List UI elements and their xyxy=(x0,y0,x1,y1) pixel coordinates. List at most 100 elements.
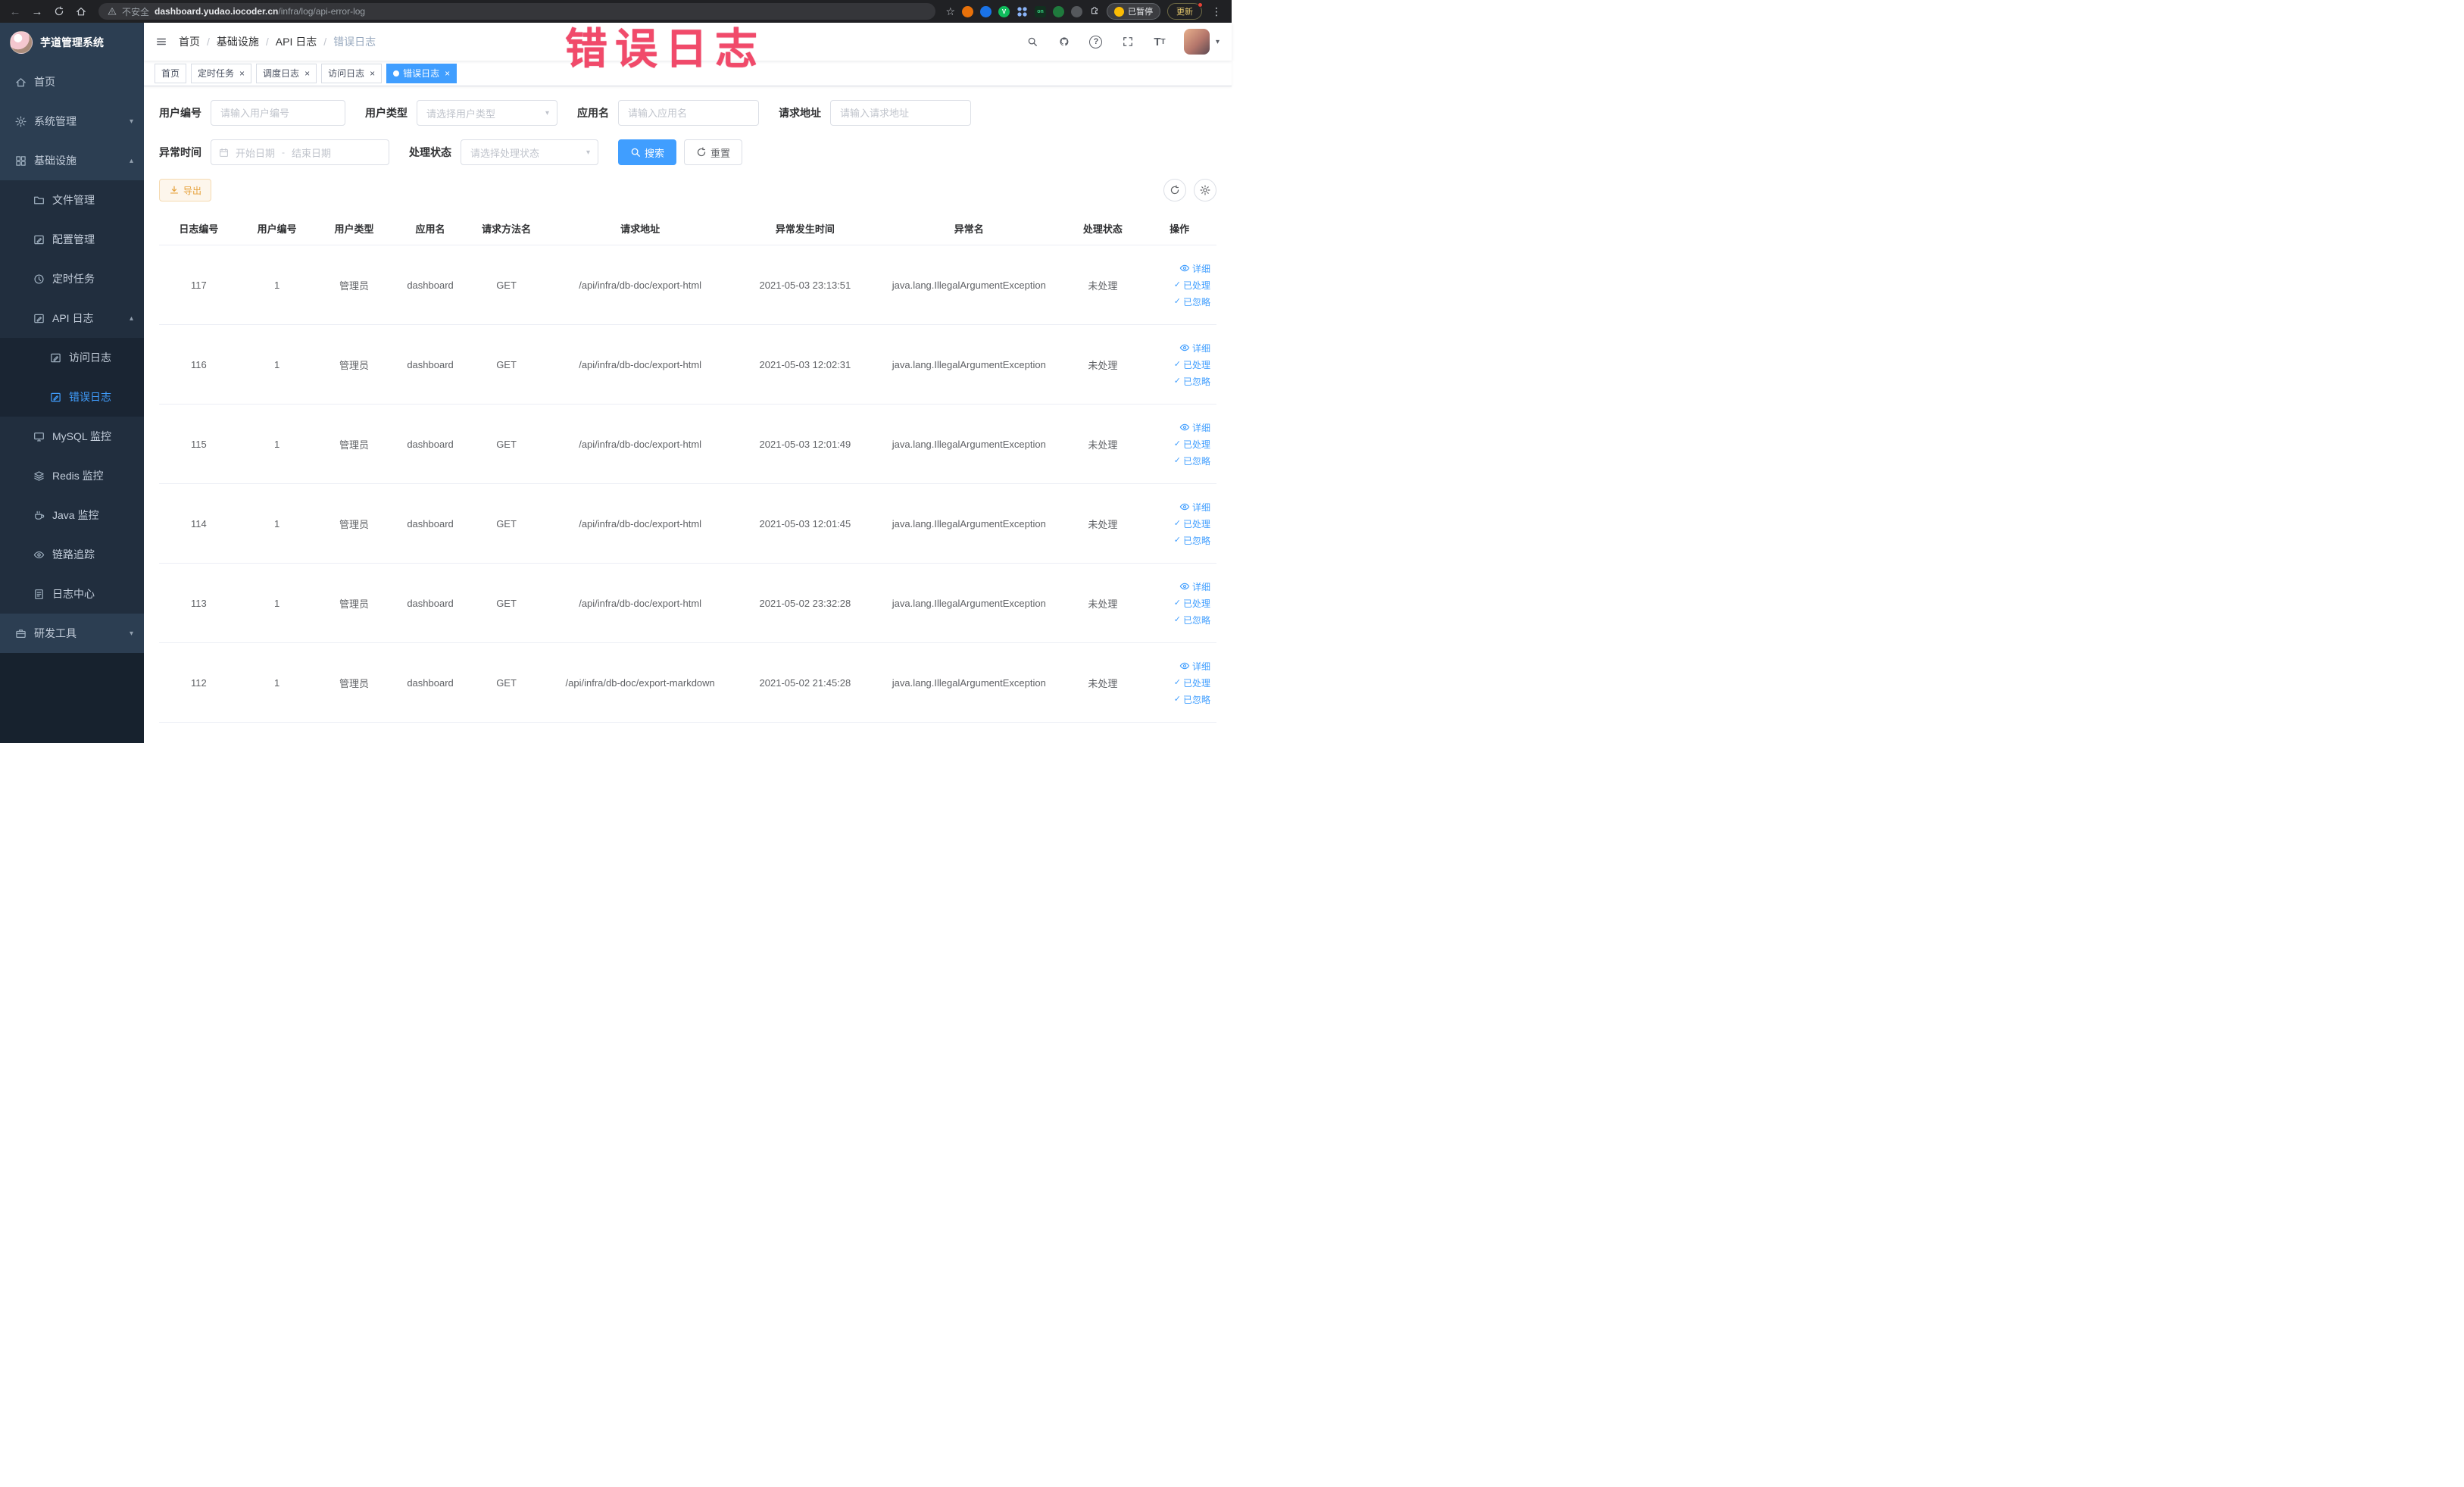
hamburger-button[interactable] xyxy=(156,36,167,47)
sidebar-item-system-management[interactable]: 系统管理 ▾ xyxy=(0,102,144,141)
detail-link[interactable]: 详细 xyxy=(1179,262,1210,275)
mark-ignored-link[interactable]: ✓ 已忽略 xyxy=(1174,455,1210,467)
paused-label: 已暂停 xyxy=(1128,8,1153,17)
address-bar[interactable]: 不安全 dashboard.yudao.iocoder.cn/infra/log… xyxy=(98,3,936,20)
action-label: 详细 xyxy=(1191,422,1210,433)
sidebar-item-file-management[interactable]: 文件管理 xyxy=(0,180,144,220)
question-mark-icon: ? xyxy=(1089,35,1103,48)
url-text: dashboard.yudao.iocoder.cn/infra/log/api… xyxy=(155,6,365,17)
check-icon: ✓ xyxy=(1173,694,1181,704)
home-button[interactable] xyxy=(73,4,89,19)
forward-button[interactable]: → xyxy=(30,4,45,19)
tab-error-log[interactable]: 错误日志 × xyxy=(386,63,458,83)
export-button[interactable]: 导出 xyxy=(159,179,212,201)
table-body: 117 1 管理员 dashboard GET/api/infra/db-doc/exp… xyxy=(159,245,1216,723)
sidebar-item-infrastructure[interactable]: 基础设施 ▴ xyxy=(0,141,144,180)
column-settings-button[interactable] xyxy=(1194,179,1216,201)
detail-link[interactable]: 详细 xyxy=(1179,580,1210,593)
caret-down-icon[interactable]: ▾ xyxy=(1216,38,1220,46)
extension-icon-5[interactable]: on xyxy=(1035,5,1046,17)
extensions-puzzle-icon[interactable] xyxy=(1089,5,1100,19)
close-icon[interactable]: × xyxy=(445,69,450,78)
extension-icon-1[interactable] xyxy=(962,5,973,17)
mark-processed-link[interactable]: ✓ 已处理 xyxy=(1174,438,1210,451)
sidebar-item-error-log[interactable]: 错误日志 xyxy=(0,377,144,417)
url-path: /infra/log/api-error-log xyxy=(278,6,366,17)
mark-processed-link[interactable]: ✓ 已处理 xyxy=(1174,279,1210,292)
close-icon[interactable]: × xyxy=(304,69,310,78)
font-size-icon[interactable]: TT xyxy=(1152,34,1167,49)
bookmark-star-icon[interactable]: ☆ xyxy=(945,5,955,18)
process-status-select[interactable]: 请选择处理状态 ▾ xyxy=(461,139,598,165)
breadcrumb-item-api-log[interactable]: API 日志 xyxy=(276,34,317,49)
mark-processed-link[interactable]: ✓ 已处理 xyxy=(1174,597,1210,610)
github-icon[interactable] xyxy=(1057,34,1072,49)
job-icon xyxy=(33,273,45,285)
browser-menu-kebab-icon[interactable]: ⋮ xyxy=(1209,5,1224,18)
action-label: 详细 xyxy=(1191,581,1210,592)
detail-link[interactable]: 详细 xyxy=(1179,421,1210,434)
extension-icon-4[interactable] xyxy=(1017,5,1028,17)
sidebar-item-java-monitor[interactable]: Java 监控 xyxy=(0,495,144,535)
breadcrumb-item-infra[interactable]: 基础设施 xyxy=(217,34,259,49)
browser-update-button[interactable]: 更新 xyxy=(1167,2,1203,20)
extension-icon-6[interactable] xyxy=(1053,5,1064,17)
mark-ignored-link[interactable]: ✓ 已忽略 xyxy=(1174,295,1210,308)
mark-ignored-link[interactable]: ✓ 已忽略 xyxy=(1174,375,1210,388)
sidebar-item-log-center[interactable]: 日志中心 xyxy=(0,574,144,614)
tab-job-log[interactable]: 调度日志 × xyxy=(256,63,317,83)
action-label: 已忽略 xyxy=(1182,455,1210,467)
breadcrumb-separator: / xyxy=(207,36,210,48)
sidebar-item-link-trace[interactable]: 链路追踪 xyxy=(0,535,144,574)
close-icon[interactable]: × xyxy=(239,69,245,78)
mark-ignored-link[interactable]: ✓ 已忽略 xyxy=(1174,693,1210,706)
back-button[interactable]: ← xyxy=(8,4,23,19)
close-icon[interactable]: × xyxy=(370,69,375,78)
app-name-input[interactable] xyxy=(618,100,759,126)
mark-processed-link[interactable]: ✓ 已处理 xyxy=(1174,517,1210,530)
detail-link[interactable]: 详细 xyxy=(1179,660,1210,673)
sidebar-item-label: 错误日志 xyxy=(69,391,111,403)
search-button[interactable]: 搜索 xyxy=(618,139,677,165)
sidebar-item-redis-monitor[interactable]: Redis 监控 xyxy=(0,456,144,495)
mark-ignored-link[interactable]: ✓ 已忽略 xyxy=(1174,534,1210,547)
extension-icon-3[interactable]: V xyxy=(998,5,1010,17)
action-label: 已处理 xyxy=(1182,359,1210,370)
breadcrumb-item-home[interactable]: 首页 xyxy=(179,34,200,49)
fullscreen-icon[interactable] xyxy=(1120,34,1135,49)
sidebar-item-mysql-monitor[interactable]: MySQL 监控 xyxy=(0,417,144,456)
user-type-select[interactable]: 请选择用户类型 ▾ xyxy=(417,100,557,126)
sidebar-item-api-logs[interactable]: API 日志 ▴ xyxy=(0,298,144,338)
help-icon[interactable]: ? xyxy=(1088,34,1104,49)
extension-icon-7[interactable] xyxy=(1071,5,1082,17)
profile-paused-chip[interactable]: 已暂停 xyxy=(1107,3,1160,20)
user-id-input[interactable] xyxy=(211,100,345,126)
breadcrumb-separator: / xyxy=(265,36,269,48)
detail-link[interactable]: 详细 xyxy=(1179,342,1210,355)
sidebar-item-dev-tools[interactable]: 研发工具 ▾ xyxy=(0,614,144,653)
search-icon[interactable] xyxy=(1025,34,1040,49)
sidebar-item-scheduled-jobs[interactable]: 定时任务 xyxy=(0,259,144,298)
mark-processed-link[interactable]: ✓ 已处理 xyxy=(1174,676,1210,689)
user-avatar[interactable] xyxy=(1183,29,1210,55)
refresh-table-button[interactable] xyxy=(1163,179,1186,201)
home-icon xyxy=(76,6,86,17)
mark-processed-link[interactable]: ✓ 已处理 xyxy=(1174,358,1210,371)
mark-ignored-link[interactable]: ✓ 已忽略 xyxy=(1174,614,1210,626)
check-icon: ✓ xyxy=(1173,535,1181,545)
sidebar-item-home[interactable]: 首页 xyxy=(0,62,144,102)
extension-icon-2[interactable] xyxy=(980,5,992,17)
sidebar-item-access-log[interactable]: 访问日志 xyxy=(0,338,144,377)
reload-button[interactable] xyxy=(52,4,67,19)
detail-link[interactable]: 详细 xyxy=(1179,501,1210,514)
app-logo[interactable]: 芋道管理系统 xyxy=(0,23,144,62)
tab-label: 调度日志 xyxy=(263,68,300,79)
tab-scheduled-jobs[interactable]: 定时任务 × xyxy=(191,63,252,83)
exception-time-range-picker[interactable]: 开始日期 - 结束日期 xyxy=(211,139,389,165)
tab-access-log[interactable]: 访问日志 × xyxy=(321,63,383,83)
reset-button[interactable]: 重置 xyxy=(684,139,743,165)
request-url-input[interactable] xyxy=(830,100,971,126)
sidebar-item-config-management[interactable]: 配置管理 xyxy=(0,220,144,259)
tab-home[interactable]: 首页 xyxy=(155,63,187,83)
action-label: 详细 xyxy=(1191,342,1210,354)
